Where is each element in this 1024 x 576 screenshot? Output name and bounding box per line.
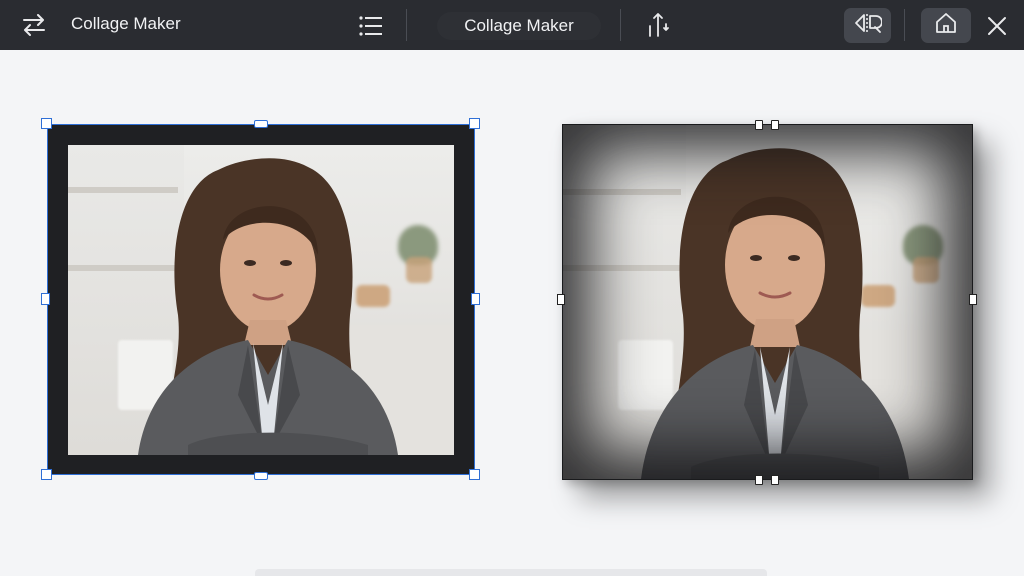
bottom-panel-edge [255,569,767,576]
home-button[interactable] [921,8,971,43]
resize-handle-bottom[interactable] [254,472,268,480]
resize-handle-left[interactable] [557,294,565,305]
toolbar-divider [406,9,407,41]
resize-handle-bottom-left[interactable] [41,469,52,480]
portrait-photo [68,145,454,455]
resize-handle-bottom[interactable] [771,475,779,485]
resize-handle-top-left[interactable] [41,118,52,129]
resize-handle-right[interactable] [471,293,480,305]
resize-handle-bottom-right[interactable] [469,469,480,480]
resize-handle-right[interactable] [969,294,977,305]
list-menu-icon[interactable] [356,13,386,39]
flip-compare-button[interactable] [844,8,891,43]
top-toolbar: Collage Maker Collage Maker [0,0,1024,50]
flip-compare-icon [854,12,883,39]
document-title[interactable]: Collage Maker [437,12,601,40]
collage-canvas[interactable] [0,50,1024,576]
resize-handle-top-right[interactable] [469,118,480,129]
vertical-align-icon[interactable] [644,11,672,39]
left-photo-card[interactable] [47,124,475,475]
resize-handle-bottom[interactable] [755,475,763,485]
resize-handle-top[interactable] [755,120,763,130]
app-title: Collage Maker [71,14,181,33]
home-icon [934,11,958,40]
resize-handle-top[interactable] [771,120,779,130]
toolbar-divider [904,9,905,41]
close-icon[interactable] [984,13,1010,39]
toolbar-divider [620,9,621,41]
resize-handle-top[interactable] [254,120,268,128]
portrait-photo-vignette [563,125,972,479]
right-photo-card[interactable] [562,124,973,480]
resize-handle-left[interactable] [41,293,50,305]
swap-arrows-icon[interactable] [18,12,50,38]
